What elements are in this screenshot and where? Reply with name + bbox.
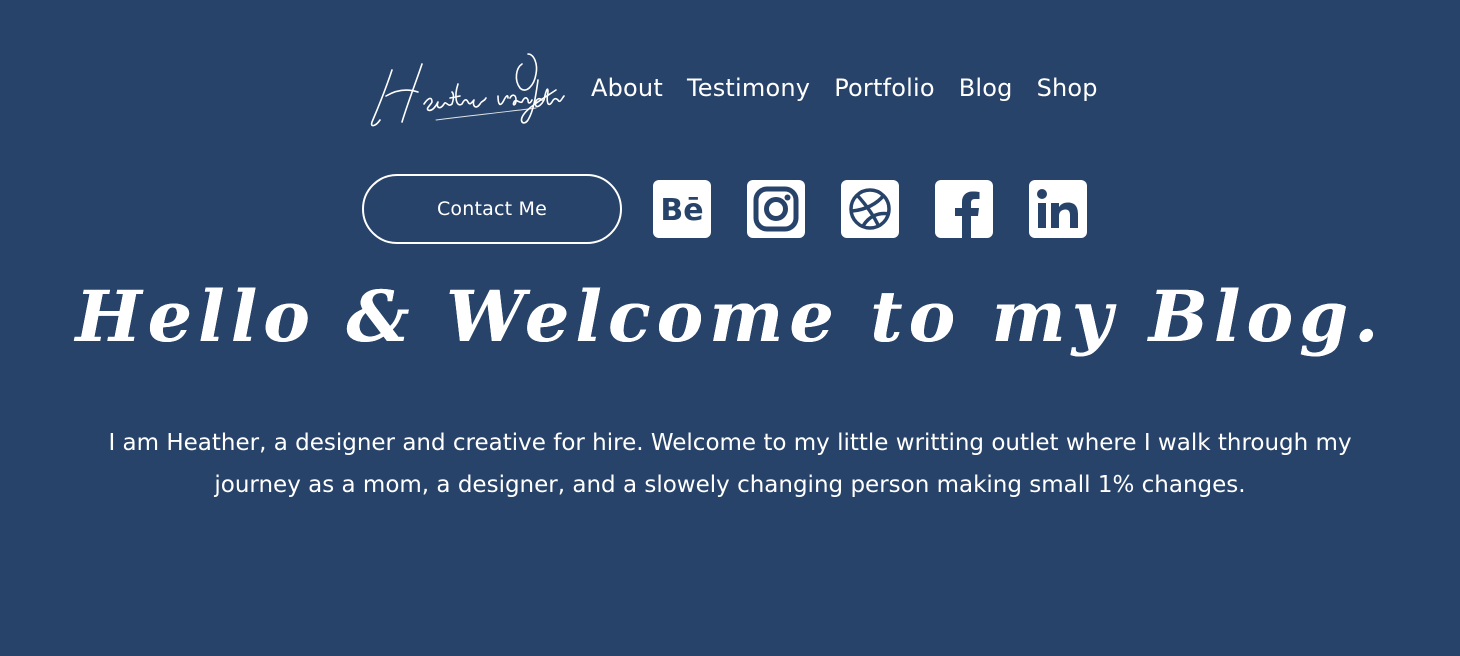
nav-portfolio-link[interactable]: Portfolio xyxy=(834,72,935,104)
behance-icon[interactable]: Bē xyxy=(653,180,711,238)
svg-text:Bē: Bē xyxy=(660,193,703,228)
signature-logo[interactable] xyxy=(366,50,570,130)
social-links: Bē xyxy=(653,180,1087,238)
page-title: Hello & Welcome to my Blog. xyxy=(75,275,1385,358)
site-header: About Testimony Portfolio Blog Shop xyxy=(362,50,1098,130)
main-nav: About Testimony Portfolio Blog Shop xyxy=(591,72,1098,104)
dribbble-icon[interactable] xyxy=(841,180,899,238)
hero-section: Hello & Welcome to my Blog. xyxy=(0,252,1460,382)
contact-me-button[interactable]: Contact Me xyxy=(362,174,622,244)
nav-testimony-link[interactable]: Testimony xyxy=(687,72,810,104)
facebook-icon[interactable] xyxy=(935,180,993,238)
actions-row: Contact Me Bē xyxy=(362,174,1092,248)
intro-paragraph: I am Heather, a designer and creative fo… xyxy=(108,430,1352,498)
nav-shop-link[interactable]: Shop xyxy=(1037,72,1098,104)
linkedin-icon[interactable] xyxy=(1029,180,1087,238)
instagram-icon[interactable] xyxy=(747,180,805,238)
nav-blog-link[interactable]: Blog xyxy=(959,72,1013,104)
nav-about-link[interactable]: About xyxy=(591,72,663,104)
